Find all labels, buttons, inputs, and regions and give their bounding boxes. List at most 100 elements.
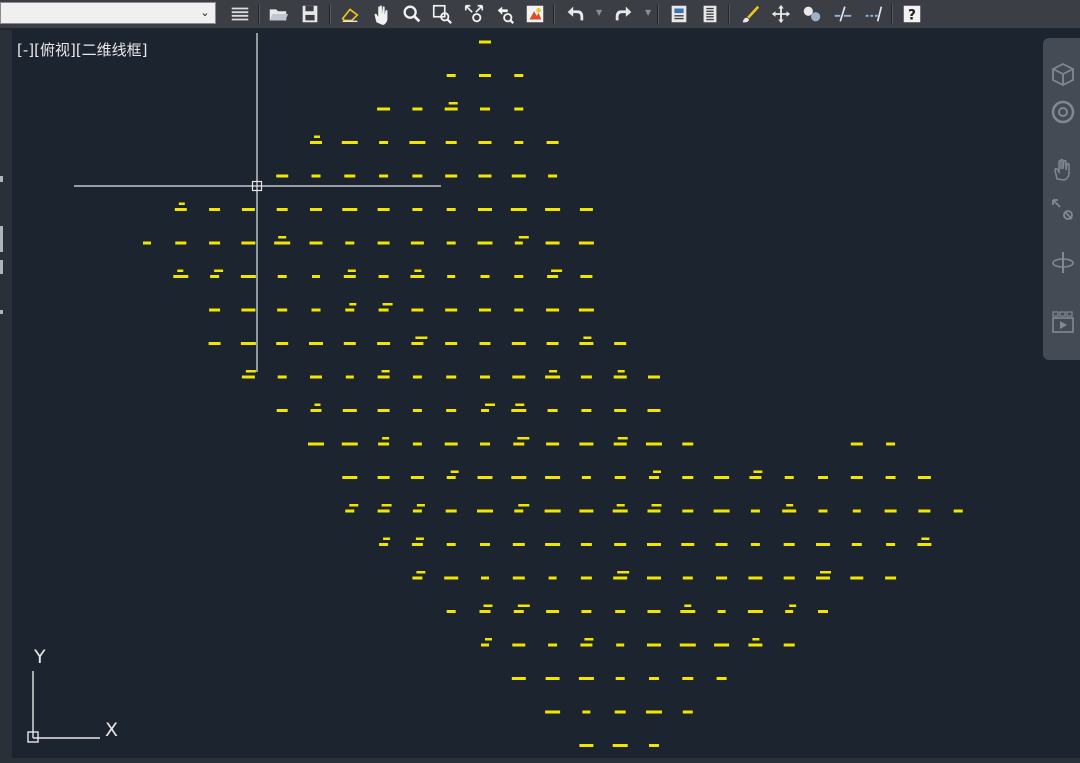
point-label[interactable] xyxy=(850,476,863,479)
point-label[interactable] xyxy=(515,403,525,407)
point-label[interactable] xyxy=(444,576,459,580)
point-label[interactable] xyxy=(682,576,693,580)
drawing-viewport[interactable]: [-][俯视][二维线框] Y X xyxy=(12,30,1080,763)
point-label[interactable] xyxy=(545,208,561,211)
point-label[interactable] xyxy=(377,107,391,111)
point-label[interactable] xyxy=(616,643,625,647)
point-label[interactable] xyxy=(445,342,458,345)
point-label[interactable] xyxy=(614,543,627,546)
point-label[interactable] xyxy=(547,275,559,278)
point-label[interactable] xyxy=(481,643,489,647)
point-label[interactable] xyxy=(546,610,560,613)
point-label[interactable] xyxy=(241,375,255,379)
point-label[interactable] xyxy=(612,509,628,513)
point-label[interactable] xyxy=(314,135,320,139)
point-label[interactable] xyxy=(511,476,527,479)
layer-properties-button[interactable] xyxy=(228,2,252,26)
point-label[interactable] xyxy=(651,504,662,507)
point-label[interactable] xyxy=(715,543,728,546)
point-label[interactable] xyxy=(583,336,592,340)
point-label[interactable] xyxy=(649,476,659,479)
point-label[interactable] xyxy=(646,710,662,714)
point-label[interactable] xyxy=(580,576,592,580)
point-label[interactable] xyxy=(647,576,661,580)
point-label[interactable] xyxy=(545,476,561,479)
point-label[interactable] xyxy=(416,571,426,574)
point-label[interactable] xyxy=(548,643,558,647)
point-label[interactable] xyxy=(446,241,456,245)
point-label[interactable] xyxy=(342,476,358,479)
point-label[interactable] xyxy=(446,409,457,412)
point-label[interactable] xyxy=(377,476,390,479)
point-label[interactable] xyxy=(579,342,594,345)
point-label[interactable] xyxy=(412,576,423,580)
point-label[interactable] xyxy=(480,442,490,446)
point-label[interactable] xyxy=(783,543,795,546)
point-label[interactable] xyxy=(277,308,288,312)
point-label[interactable] xyxy=(584,638,594,641)
point-label[interactable] xyxy=(517,437,530,440)
point-label[interactable] xyxy=(510,208,527,211)
point-label[interactable] xyxy=(450,470,459,474)
point-label[interactable] xyxy=(412,509,422,513)
point-label[interactable] xyxy=(479,342,491,345)
point-label[interactable] xyxy=(816,576,830,580)
point-label[interactable] xyxy=(578,241,594,245)
point-label[interactable] xyxy=(477,241,493,245)
point-label[interactable] xyxy=(448,102,458,105)
point-label[interactable] xyxy=(816,543,830,546)
point-label[interactable] xyxy=(750,543,760,546)
point-label[interactable] xyxy=(347,269,356,273)
point-label[interactable] xyxy=(478,174,492,178)
point-label[interactable] xyxy=(446,543,456,546)
point-label[interactable] xyxy=(485,403,495,407)
tool-palettes-button[interactable] xyxy=(698,2,722,26)
point-label[interactable] xyxy=(410,275,425,278)
point-label[interactable] xyxy=(310,375,322,379)
point-label[interactable] xyxy=(579,442,594,446)
point-label[interactable] xyxy=(511,677,526,680)
point-label[interactable] xyxy=(241,208,255,211)
point-label[interactable] xyxy=(345,509,355,513)
point-label[interactable] xyxy=(378,275,389,278)
save-button[interactable] xyxy=(298,2,322,26)
point-label[interactable] xyxy=(344,174,356,178)
point-label[interactable] xyxy=(544,509,561,513)
point-label[interactable] xyxy=(749,476,762,479)
point-label[interactable] xyxy=(716,576,728,580)
point-label[interactable] xyxy=(341,442,358,446)
point-label[interactable] xyxy=(209,308,221,312)
pan-hand-icon[interactable] xyxy=(1049,156,1077,184)
point-label[interactable] xyxy=(377,208,390,211)
point-label[interactable] xyxy=(789,604,797,608)
point-label[interactable] xyxy=(783,576,795,580)
point-label[interactable] xyxy=(349,504,359,507)
point-label[interactable] xyxy=(818,610,828,613)
point-label[interactable] xyxy=(748,643,763,647)
point-label[interactable] xyxy=(578,308,594,312)
point-label[interactable] xyxy=(174,208,187,211)
point-label[interactable] xyxy=(312,275,320,278)
point-label[interactable] xyxy=(648,375,660,379)
point-label[interactable] xyxy=(412,208,423,211)
point-label[interactable] xyxy=(310,141,322,144)
point-label[interactable] xyxy=(518,236,529,239)
point-label[interactable] xyxy=(446,610,456,613)
point-label[interactable] xyxy=(546,141,559,144)
point-label[interactable] xyxy=(545,241,560,245)
point-label[interactable] xyxy=(341,141,358,144)
point-label[interactable] xyxy=(579,744,594,747)
point-label[interactable] xyxy=(580,275,593,278)
point-label[interactable] xyxy=(278,236,287,239)
point-label[interactable] xyxy=(209,241,221,245)
point-label[interactable] xyxy=(445,174,458,178)
point-label[interactable] xyxy=(377,241,390,245)
point-label[interactable] xyxy=(716,677,727,680)
point-label[interactable] xyxy=(378,442,390,446)
point-label[interactable] xyxy=(345,375,354,379)
point-label[interactable] xyxy=(343,342,356,345)
point-label[interactable] xyxy=(647,610,661,613)
point-label[interactable] xyxy=(514,308,524,312)
redo-dropdown-icon[interactable]: ▼ xyxy=(645,8,653,18)
zoom-window-button[interactable] xyxy=(430,2,454,26)
